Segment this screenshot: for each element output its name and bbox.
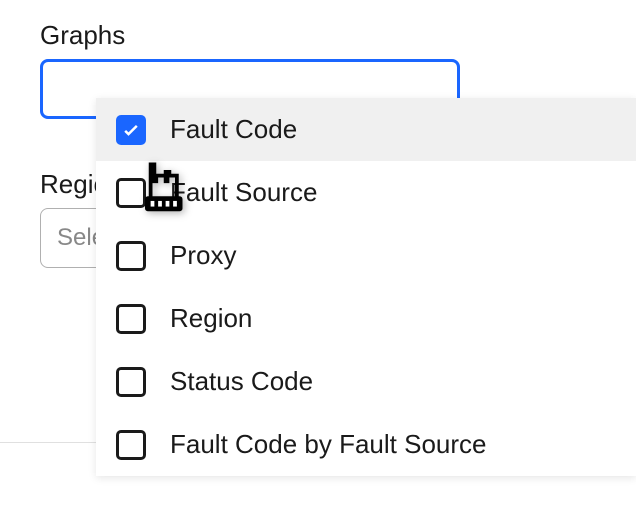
dropdown-option-label: Fault Code	[170, 114, 297, 145]
dropdown-option-status-code[interactable]: Status Code	[96, 350, 636, 413]
graphs-label: Graphs	[40, 20, 596, 51]
checkbox-fault-code-by-fault-source[interactable]	[116, 430, 146, 460]
checkmark-icon	[121, 120, 141, 140]
dropdown-option-fault-source[interactable]: Fault Source	[96, 161, 636, 224]
dropdown-option-label: Status Code	[170, 366, 313, 397]
dropdown-option-fault-code-by-fault-source[interactable]: Fault Code by Fault Source	[96, 413, 636, 476]
dropdown-option-label: Proxy	[170, 240, 236, 271]
divider	[0, 442, 96, 443]
checkbox-proxy[interactable]	[116, 241, 146, 271]
checkbox-status-code[interactable]	[116, 367, 146, 397]
dropdown-option-label: Region	[170, 303, 252, 334]
checkbox-region[interactable]	[116, 304, 146, 334]
checkbox-fault-code[interactable]	[116, 115, 146, 145]
dropdown-option-label: Fault Source	[170, 177, 317, 208]
checkbox-fault-source[interactable]	[116, 178, 146, 208]
dropdown-option-proxy[interactable]: Proxy	[96, 224, 636, 287]
dropdown-option-label: Fault Code by Fault Source	[170, 429, 487, 460]
dropdown-option-region[interactable]: Region	[96, 287, 636, 350]
dropdown-panel: Fault Code Fault Source Proxy Region	[96, 98, 636, 476]
dropdown-option-fault-code[interactable]: Fault Code	[96, 98, 636, 161]
